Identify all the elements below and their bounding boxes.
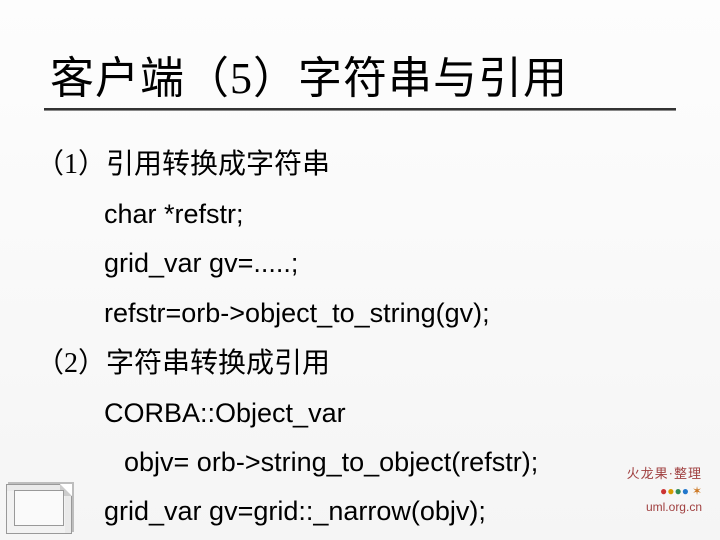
watermark-url: uml.org.cn xyxy=(627,500,702,514)
code-line: objv= orb->string_to_object(refstr); xyxy=(36,439,700,486)
code-line: refstr=orb->object_to_string(gv); xyxy=(36,290,700,337)
section-1-heading: （1）引用转换成字符串 xyxy=(36,140,700,189)
slide: 客户端（5）字符串与引用 （1）引用转换成字符串 char *refstr; g… xyxy=(0,0,720,540)
title-underline xyxy=(44,108,676,110)
watermark-text: 火龙果·整理 xyxy=(627,463,702,482)
watermark: 火龙果·整理 ●●●● ✶ uml.org.cn xyxy=(627,463,702,514)
slide-title: 客户端（5）字符串与引用 xyxy=(50,42,690,106)
code-line: CORBA::Object_var xyxy=(36,390,700,437)
code-line: grid_var gv=.....; xyxy=(36,240,700,287)
slide-body: （1）引用转换成字符串 char *refstr; grid_var gv=..… xyxy=(36,140,700,538)
watermark-icons: ●●●● ✶ xyxy=(627,484,702,499)
corner-fold-decoration xyxy=(6,480,76,534)
code-line: char *refstr; xyxy=(36,191,700,238)
code-line: grid_var gv=grid::_narrow(objv); xyxy=(36,488,700,535)
section-2-heading: （2）字符串转换成引用 xyxy=(36,339,700,388)
